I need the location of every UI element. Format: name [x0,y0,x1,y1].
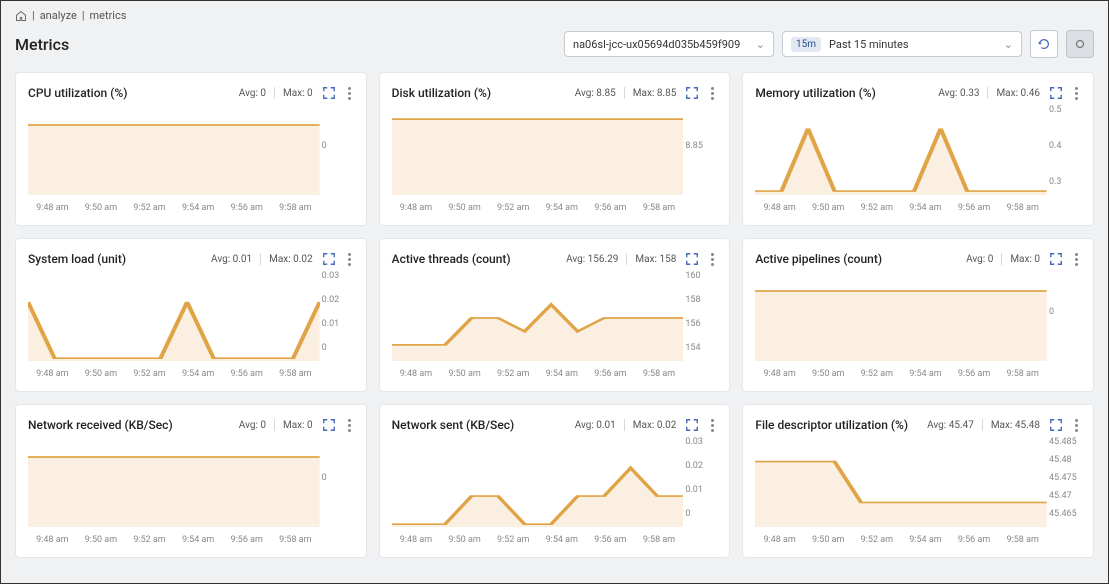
avg-label: Avg: 0 [239,88,266,99]
host-select-value: na06sl-jcc-ux05694d035b459f909 [573,38,740,51]
x-axis-labels: 9:48 am9:50 am9:52 am9:54 am9:56 am9:58 … [755,369,1047,379]
more-icon[interactable] [708,253,717,266]
avg-label: Avg: 0 [239,420,266,431]
max-label: Max: 158 [635,254,676,265]
chart-plot [392,437,684,527]
metric-card: Network received (KB/Sec) Avg: 0 Max: 0 0 9:… [15,404,367,558]
x-axis-labels: 9:48 am9:50 am9:52 am9:54 am9:56 am9:58 … [28,535,320,545]
more-icon[interactable] [345,419,354,432]
time-label: Past 15 minutes [829,38,996,51]
metric-card: Network sent (KB/Sec) Avg: 0.01 Max: 0.02 0… [379,404,731,558]
y-axis-labels: 0.030.020.010 [322,271,354,353]
avg-label: Avg: 0.01 [211,254,252,265]
chevron-down-icon: ⌄ [756,38,765,51]
max-label: Max: 0.02 [633,420,677,431]
x-axis-labels: 9:48 am9:50 am9:52 am9:54 am9:56 am9:58 … [755,535,1047,545]
metric-card: Active pipelines (count) Avg: 0 Max: 0 0 9:4… [742,238,1094,392]
chart-plot [392,271,684,361]
avg-label: Avg: 45.47 [927,420,974,431]
card-title: System load (unit) [28,252,126,266]
home-icon[interactable] [15,10,27,22]
metric-card: File descriptor utilization (%) Avg: 45.4… [742,404,1094,558]
breadcrumb-sep: | [32,9,35,22]
metric-card: Disk utilization (%) Avg: 8.85 Max: 8.85 8.… [379,72,731,226]
chart-plot [28,105,320,195]
more-icon[interactable] [1072,253,1081,266]
settings-button[interactable] [1066,30,1094,58]
y-axis-labels: 160158156154 [685,271,717,353]
page-title: Metrics [15,35,69,54]
avg-label: Avg: 0.01 [575,420,616,431]
chart-plot [755,271,1047,361]
card-title: Active threads (count) [392,252,511,266]
expand-icon[interactable] [321,251,337,267]
expand-icon[interactable] [684,251,700,267]
y-axis-labels: 45.48545.4845.47545.4745.465 [1049,437,1081,519]
chart-plot [28,437,320,527]
expand-icon[interactable] [1048,417,1064,433]
breadcrumb-metrics[interactable]: metrics [90,9,127,22]
metric-card: CPU utilization (%) Avg: 0 Max: 0 0 9:48 am9… [15,72,367,226]
y-axis-labels: 0.030.020.010 [685,437,717,519]
expand-icon[interactable] [1048,85,1064,101]
time-badge: 15m [791,37,821,52]
more-icon[interactable] [1072,419,1081,432]
max-label: Max: 0 [283,88,313,99]
max-label: Max: 45.48 [991,420,1040,431]
breadcrumb: | analyze | metrics [1,1,1108,22]
max-label: Max: 0.02 [269,254,313,265]
more-icon[interactable] [708,419,717,432]
chart-plot [755,437,1047,527]
metric-card: System load (unit) Avg: 0.01 Max: 0.02 0.03… [15,238,367,392]
y-axis-labels: 0 [1049,271,1081,353]
more-icon[interactable] [345,253,354,266]
more-icon[interactable] [1072,87,1081,100]
chart-plot [392,105,684,195]
y-axis-labels: 0 [322,105,354,187]
card-title: Active pipelines (count) [755,252,882,266]
card-title: CPU utilization (%) [28,86,127,100]
avg-label: Avg: 156.29 [566,254,618,265]
max-label: Max: 8.85 [633,88,677,99]
expand-icon[interactable] [321,85,337,101]
x-axis-labels: 9:48 am9:50 am9:52 am9:54 am9:56 am9:58 … [755,203,1047,213]
x-axis-labels: 9:48 am9:50 am9:52 am9:54 am9:56 am9:58 … [392,203,684,213]
more-icon[interactable] [708,87,717,100]
x-axis-labels: 9:48 am9:50 am9:52 am9:54 am9:56 am9:58 … [28,203,320,213]
time-range-select[interactable]: 15m Past 15 minutes ⌄ [782,31,1022,57]
max-label: Max: 0 [283,420,313,431]
card-title: Network sent (KB/Sec) [392,418,515,432]
breadcrumb-sep: | [82,9,85,22]
y-axis-labels: 8.85 [685,105,717,187]
y-axis-labels: 0.50.40.3 [1049,105,1081,187]
chevron-down-icon: ⌄ [1004,38,1013,51]
expand-icon[interactable] [321,417,337,433]
x-axis-labels: 9:48 am9:50 am9:52 am9:54 am9:56 am9:58 … [392,535,684,545]
refresh-button[interactable] [1030,30,1058,58]
card-title: Disk utilization (%) [392,86,491,100]
max-label: Max: 0.46 [996,88,1040,99]
expand-icon[interactable] [684,417,700,433]
y-axis-labels: 0 [322,437,354,519]
header-controls: na06sl-jcc-ux05694d035b459f909 ⌄ 15m Pas… [564,30,1094,58]
metric-card: Active threads (count) Avg: 156.29 Max: 15… [379,238,731,392]
breadcrumb-analyze[interactable]: analyze [40,9,77,22]
expand-icon[interactable] [1048,251,1064,267]
card-title: File descriptor utilization (%) [755,418,908,432]
card-title: Network received (KB/Sec) [28,418,173,432]
metric-card: Memory utilization (%) Avg: 0.33 Max: 0.46… [742,72,1094,226]
more-icon[interactable] [345,87,354,100]
host-select[interactable]: na06sl-jcc-ux05694d035b459f909 ⌄ [564,31,774,57]
avg-label: Avg: 8.85 [575,88,616,99]
avg-label: Avg: 0.33 [938,88,979,99]
expand-icon[interactable] [684,85,700,101]
chart-plot [28,271,320,361]
max-label: Max: 0 [1010,254,1040,265]
avg-label: Avg: 0 [966,254,993,265]
x-axis-labels: 9:48 am9:50 am9:52 am9:54 am9:56 am9:58 … [28,369,320,379]
x-axis-labels: 9:48 am9:50 am9:52 am9:54 am9:56 am9:58 … [392,369,684,379]
chart-plot [755,105,1047,195]
card-title: Memory utilization (%) [755,86,875,100]
